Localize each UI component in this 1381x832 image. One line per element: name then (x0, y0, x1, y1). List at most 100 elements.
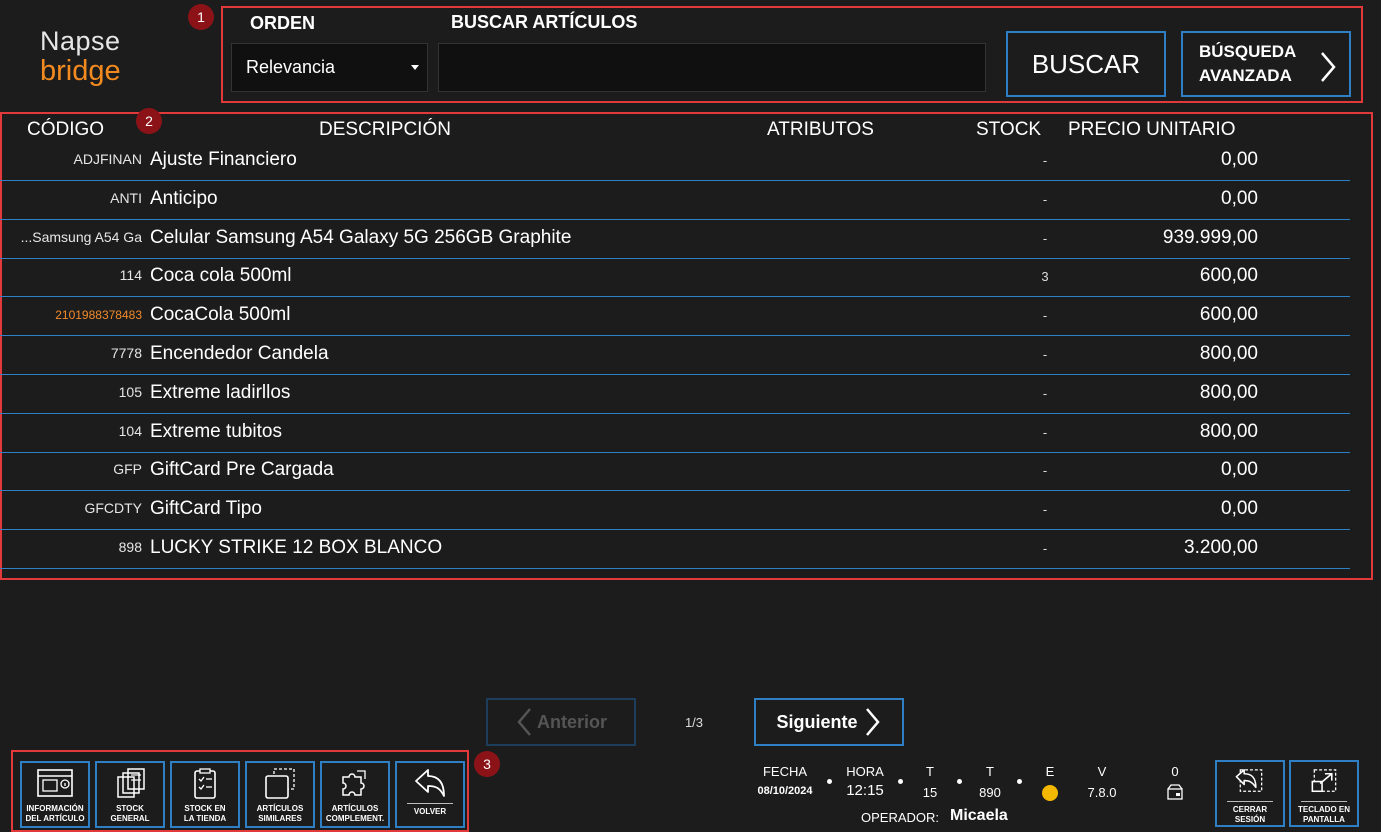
row-description: LUCKY STRIKE 12 BOX BLANCO (150, 537, 443, 558)
row-stock: 3 (1041, 269, 1049, 285)
search-input[interactable] (438, 43, 986, 92)
table-row[interactable]: 114 Coca cola 500ml 3 600,00 (0, 258, 1350, 298)
row-description: GiftCard Tipo (150, 498, 262, 520)
on-screen-keyboard-label: TECLADO EN PANTALLA (1298, 805, 1350, 824)
status-version: V 7.8.0 (1084, 764, 1120, 800)
status-terminal: T 15 (915, 764, 945, 800)
logout-icon (1235, 769, 1263, 792)
row-code: GFCDTY (84, 500, 142, 517)
table-row[interactable]: 105 Extreme ladirllos - 800,00 (0, 375, 1350, 414)
status-time-value: 12:15 (846, 782, 884, 799)
logo-line1: Napse (40, 26, 121, 56)
row-stock: - (1042, 347, 1048, 362)
row-stock: - (1042, 385, 1048, 401)
status-date-label: FECHA (762, 764, 808, 779)
row-code: ANTI (110, 189, 142, 206)
row-price: 3.200,00 (1184, 537, 1258, 558)
store-stock-button[interactable]: STOCK EN LA TIENDA (170, 761, 240, 828)
row-stock: - (1042, 502, 1048, 518)
row-description: Ajuste Financiero (150, 149, 297, 170)
advanced-search-line1: BÚSQUEDA (1199, 42, 1297, 61)
row-code: GFP (113, 461, 142, 478)
advanced-search-line2: AVANZADA (1199, 66, 1292, 85)
stock-general-icon (117, 768, 145, 798)
status-terminal-value: 15 (922, 785, 938, 800)
table-row[interactable]: ANTI Anticipo - 0,00 (0, 181, 1350, 220)
row-code: 2101988378483 (55, 308, 142, 323)
logout-label: CERRAR SESIÓN (1232, 805, 1268, 824)
header-code: CÓDIGO (27, 119, 105, 140)
operator-name: Micaela (950, 807, 1008, 824)
row-price: 939.999,00 (1162, 226, 1258, 248)
row-description: Encendedor Candela (150, 343, 329, 364)
annotation-badge-2: 2 (136, 108, 162, 134)
status-date: FECHA 08/10/2024 (748, 764, 822, 797)
row-description: Coca cola 500ml (150, 265, 292, 287)
status-separator (827, 779, 832, 784)
article-info-button[interactable]: INFORMACIÓN DEL ARTÍCULO (20, 761, 90, 828)
status-counter-value: 0 (1171, 764, 1179, 779)
similar-articles-button[interactable]: ARTÍCULOS SIMILARES (245, 761, 315, 828)
store-stock-label: STOCK EN LA TIENDA (183, 804, 227, 823)
search-button[interactable]: BUSCAR (1006, 31, 1166, 97)
table-row[interactable]: 104 Extreme tubitos - 800,00 (0, 414, 1350, 453)
status-time: HORA 12:15 (840, 764, 890, 799)
table-row[interactable]: 898 LUCKY STRIKE 12 BOX BLANCO - 3.200,00 (0, 530, 1350, 569)
complementary-articles-label: ARTÍCULOS COMPLEMENT. (325, 804, 385, 823)
row-code: 114 (119, 267, 142, 284)
row-code: Samsung A54 Ga... (20, 228, 142, 245)
stock-general-button[interactable]: STOCK GENERAL (95, 761, 165, 828)
page-indicator: 1/3 (684, 715, 704, 730)
table-row[interactable]: Samsung A54 Ga... Celular Samsung A54 Gal… (0, 220, 1350, 259)
row-description: Extreme tubitos (150, 420, 282, 442)
logo-line2: bridge (40, 55, 121, 87)
row-stock: - (1042, 308, 1048, 324)
status-ticket-label: T (986, 764, 994, 779)
header-stock: STOCK (976, 119, 1042, 140)
status-terminal-label: T (926, 764, 934, 779)
similar-articles-icon (265, 768, 295, 799)
previous-page-button[interactable]: Anterior (486, 698, 636, 746)
annotation-badge-3: 3 (474, 751, 500, 777)
next-page-label: Siguiente (776, 711, 858, 732)
row-price: 800,00 (1199, 420, 1258, 442)
row-price: 600,00 (1199, 265, 1258, 287)
table-row[interactable]: 2101988378483 CocaCola 500ml - 600,00 (0, 297, 1350, 337)
order-label: ORDEN (250, 13, 316, 33)
back-button[interactable]: VOLVER (395, 761, 465, 828)
store-stock-icon (194, 768, 216, 799)
package-icon (1167, 784, 1183, 800)
status-date-value: 08/10/2024 (757, 785, 813, 797)
chevron-left-icon (517, 708, 531, 736)
similar-articles-label: ARTÍCULOS SIMILARES (256, 804, 304, 823)
row-price: 800,00 (1199, 343, 1258, 364)
next-page-button[interactable]: Siguiente (754, 698, 904, 746)
status-version-label: V (1097, 764, 1107, 779)
status-separator (957, 779, 962, 784)
logout-button[interactable]: CERRAR SESIÓN (1215, 760, 1285, 827)
row-stock: - (1042, 541, 1048, 556)
row-code: 7778 (110, 345, 142, 361)
article-info-label: INFORMACIÓN DEL ARTÍCULO (25, 804, 85, 823)
row-code: 898 (118, 539, 142, 555)
on-screen-keyboard-button[interactable]: TECLADO EN PANTALLA (1289, 760, 1359, 827)
row-code: ADJFINAN (73, 151, 142, 167)
order-select-value: Relevancia (246, 57, 336, 77)
order-select[interactable]: Relevancia (231, 43, 428, 92)
complementary-articles-button[interactable]: ARTÍCULOS COMPLEMENT. (320, 761, 390, 828)
article-info-icon (37, 769, 73, 797)
row-price: 0,00 (1221, 149, 1258, 170)
header-description: DESCRIPCIÓN (319, 119, 451, 140)
table-row[interactable]: ADJFINAN Ajuste Financiero - 0,00 (0, 142, 1350, 181)
keyboard-expand-icon (1311, 769, 1337, 793)
table-row[interactable]: GFCDTY GiftCard Tipo - 0,00 (0, 491, 1350, 531)
row-stock: - (1042, 153, 1048, 168)
status-state-indicator-icon (1042, 785, 1058, 801)
row-code: 104 (118, 422, 142, 439)
row-description: GiftCard Pre Cargada (150, 459, 334, 481)
row-stock: - (1042, 463, 1048, 479)
advanced-search-button[interactable]: BÚSQUEDA AVANZADA (1181, 31, 1351, 97)
back-label: VOLVER (413, 807, 447, 816)
table-row[interactable]: 7778 Encendedor Candela - 800,00 (0, 336, 1350, 375)
table-row[interactable]: GFP GiftCard Pre Cargada - 0,00 (0, 452, 1350, 492)
